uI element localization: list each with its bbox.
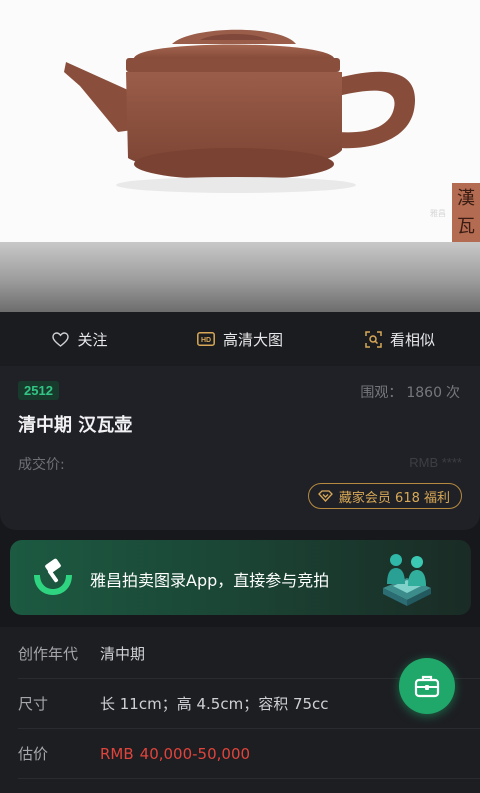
estimate-value: RMB 40,000-50,000 (100, 744, 251, 763)
bidding-people-illustration (383, 554, 431, 606)
briefcase-icon (414, 675, 440, 698)
product-image[interactable]: 漢 瓦 雅昌 (0, 0, 480, 242)
final-price-label: 成交价: (18, 457, 65, 473)
seal-stamp: 漢 瓦 (452, 183, 480, 242)
lot-number-badge: 2512 (18, 381, 59, 400)
promo-text: 雅昌拍卖图录App，直接参与竞拍 (90, 571, 330, 590)
teapot-illustration (64, 29, 416, 193)
hd-image-label: 高清大图 (222, 330, 283, 349)
app-promo-banner[interactable]: 雅昌拍卖图录App，直接参与竞拍 (10, 540, 471, 615)
era-label: 创作年代 (18, 645, 79, 663)
scan-similar-icon (365, 330, 382, 348)
size-label: 尺寸 (18, 695, 49, 713)
era-value: 清中期 (100, 645, 146, 663)
action-bar: 关注 HD 高清大图 看相似 (0, 312, 480, 366)
lot-info-card: 2512 围观： 1860 次 清中期 汉瓦壶 成交价: RMB **** 藏家会员… (0, 366, 480, 530)
detail-row-estimate: 估价 RMB 40,000-50,000 (18, 729, 480, 779)
image-gallery-strip (0, 242, 480, 312)
view-count: 围观： 1860 次 (360, 385, 460, 401)
estimate-label: 估价 (18, 745, 49, 763)
floating-action-button[interactable] (399, 658, 455, 714)
view-count-number: 1860 (406, 385, 442, 401)
member-benefit-button[interactable]: 藏家会员 618 福利 (307, 483, 462, 509)
follow-label: 关注 (77, 330, 108, 349)
lot-title: 清中期 汉瓦壶 (18, 415, 133, 436)
member-benefit-label: 藏家会员 618 福利 (338, 490, 450, 506)
hd-image-button[interactable]: HD 高清大图 (160, 329, 320, 350)
auction-hammer-icon (34, 558, 72, 595)
size-value: 长 11cm；高 4.5cm；容积 75cc (100, 695, 329, 713)
find-similar-button[interactable]: 看相似 (320, 329, 480, 350)
diamond-icon (318, 490, 333, 502)
hd-icon: HD (197, 332, 215, 346)
follow-button[interactable]: 关注 (0, 329, 160, 350)
final-price-value: RMB **** (409, 455, 462, 470)
heart-outline-icon (52, 331, 70, 347)
watermark: 雅昌 (430, 209, 446, 218)
svg-text:HD: HD (201, 337, 211, 344)
find-similar-label: 看相似 (389, 330, 435, 349)
lot-details-list: 创作年代 清中期 尺寸 长 11cm；高 4.5cm；容积 75cc 估价 RM… (0, 627, 480, 793)
